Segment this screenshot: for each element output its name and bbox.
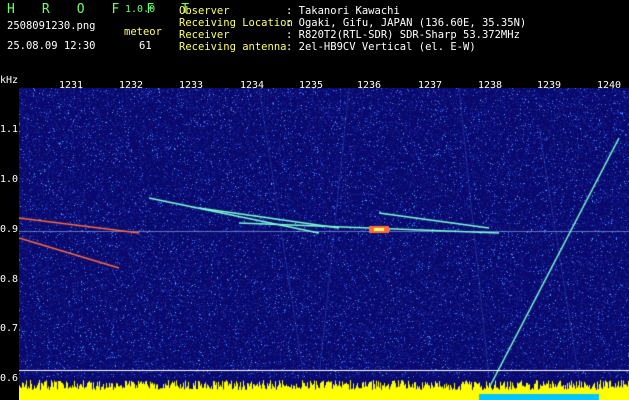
location-label: Receiving Location [179,17,293,29]
file-name: 2508091230.png [7,20,96,32]
meteor-count: 61 [139,40,152,52]
file-datetime: 25.08.09 12:30 [7,40,96,52]
observer-label: Observer [179,5,230,17]
freq-tick: 0.9 [0,224,19,235]
observer-value: : Takanori Kawachi [286,5,400,17]
header-panel: H R O F F T 1.0.0 2508091230.png 25.08.0… [0,0,629,74]
freq-tick: 1.1 [0,124,19,135]
antenna-label: Receiving antenna [179,41,287,53]
antenna-value: : 2el-HB9CV Vertical (el. E-W) [286,41,476,53]
freq-tick: 0.8 [0,274,19,285]
freq-unit-label: kHz [0,75,19,86]
meteor-label: meteor [124,26,162,38]
brand-title: H R O F F T [7,2,199,17]
freq-tick: 0.6 [0,373,19,384]
freq-tick: 1.0 [0,174,19,185]
location-value: : Ogaki, Gifu, JAPAN (136.60E, 35.35N) [286,17,527,29]
receiver-value: : R820T2(RTL-SDR) SDR-Sharp 53.372MHz [286,29,520,41]
brand-version: 1.0.0 [125,4,156,15]
spectrogram-canvas [19,88,629,400]
receiver-label: Receiver [179,29,230,41]
freq-tick: 0.7 [0,323,19,334]
